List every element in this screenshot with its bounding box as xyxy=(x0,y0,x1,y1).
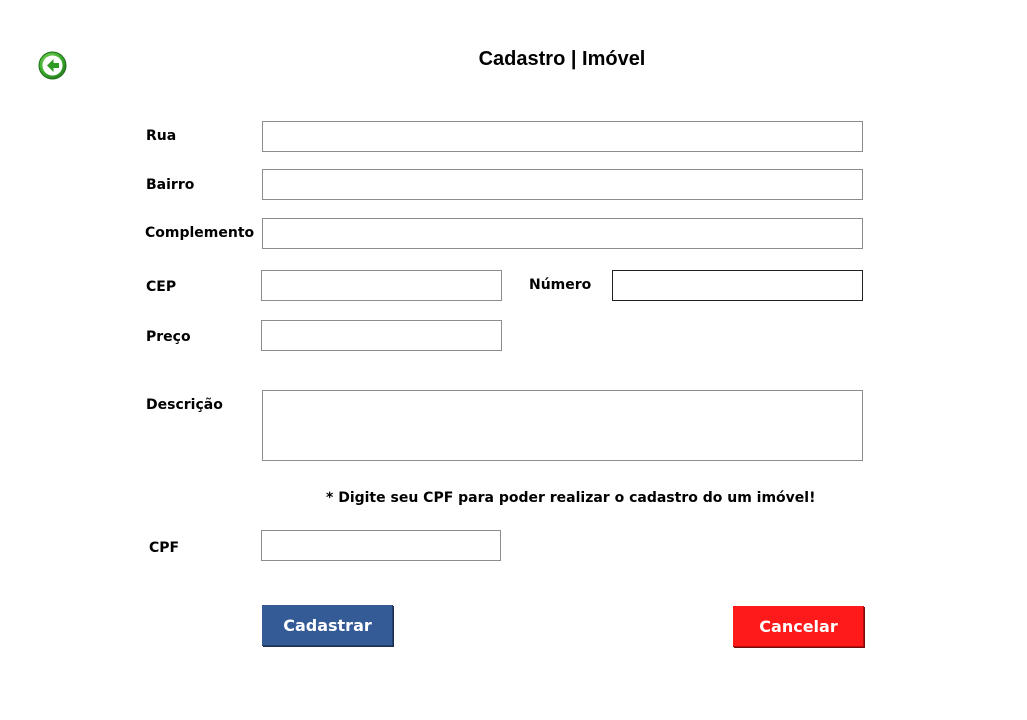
preco-label: Preço xyxy=(146,329,191,345)
descricao-textarea[interactable] xyxy=(262,390,863,461)
cep-input[interactable] xyxy=(261,270,502,301)
preco-input[interactable] xyxy=(261,320,502,351)
rua-label: Rua xyxy=(146,128,177,144)
cadastrar-button[interactable]: Cadastrar xyxy=(262,605,393,646)
complemento-input[interactable] xyxy=(262,218,863,249)
bairro-input[interactable] xyxy=(262,169,863,200)
numero-label: Número xyxy=(529,277,592,293)
complemento-label: Complemento xyxy=(145,225,255,241)
cep-label: CEP xyxy=(146,279,177,295)
cpf-instruction-note: * Digite seu CPF para poder realizar o c… xyxy=(326,490,816,506)
cancelar-button[interactable]: Cancelar xyxy=(733,606,864,647)
numero-input[interactable] xyxy=(612,270,863,301)
cpf-label: CPF xyxy=(149,540,180,556)
cpf-input[interactable] xyxy=(261,530,501,561)
page-title: Cadastro | Imóvel xyxy=(478,48,646,70)
descricao-label: Descrição xyxy=(146,397,223,413)
rua-input[interactable] xyxy=(262,121,863,152)
bairro-label: Bairro xyxy=(146,177,195,193)
